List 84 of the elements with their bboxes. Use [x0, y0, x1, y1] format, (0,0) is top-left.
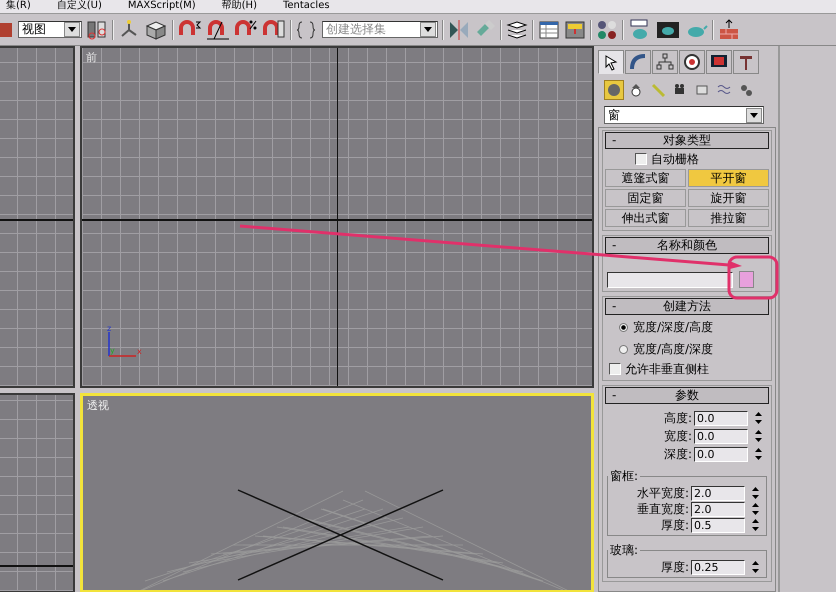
shapes-icon — [629, 83, 643, 97]
number-field[interactable]: 2.0 — [691, 502, 745, 516]
menu-item[interactable]: 集(R) — [6, 0, 31, 13]
selection-set-field[interactable]: 创建选择集 — [322, 21, 438, 38]
angle-magnet-icon[interactable] — [206, 18, 230, 40]
geometry-category[interactable] — [604, 80, 624, 100]
creation-method-radio[interactable]: 宽度/深度/高度 — [605, 317, 769, 337]
braces-icon[interactable] — [296, 18, 318, 40]
motion-tab[interactable] — [679, 50, 705, 74]
field-label: 深度: — [664, 446, 692, 462]
viewport[interactable] — [0, 46, 75, 388]
layers-icon[interactable] — [506, 18, 528, 40]
non-vertical-jambs-checkbox[interactable]: 允许非垂直侧柱 — [605, 361, 769, 377]
number-field[interactable]: 0.0 — [694, 428, 748, 444]
creation-method-radio[interactable]: 宽度/高度/深度 — [605, 339, 769, 359]
color-swatch[interactable] — [739, 271, 754, 288]
schematic-icon[interactable] — [564, 18, 586, 40]
field-label: 水平宽度: — [636, 484, 689, 502]
rollout-header[interactable]: - 对象类型 — [605, 132, 769, 149]
spinner-icon[interactable] — [751, 486, 760, 500]
viewport-label: 前 — [86, 50, 97, 65]
number-field[interactable]: 0.0 — [694, 446, 748, 462]
spinner-icon[interactable] — [751, 502, 760, 516]
number-field[interactable]: 0.0 — [694, 410, 748, 426]
dropdown-arrow-icon — [424, 27, 432, 32]
hierarchy-icon — [656, 53, 674, 71]
menu-item[interactable]: 帮助(H) — [222, 0, 257, 13]
spinner-icon[interactable] — [754, 411, 763, 425]
viewport[interactable]: 前 z y x — [80, 46, 594, 388]
spinner-magnet-icon[interactable] — [262, 18, 286, 40]
arc-icon — [629, 53, 647, 71]
object-type-button[interactable]: 平开窗 — [688, 169, 769, 187]
create-tab[interactable] — [598, 50, 624, 74]
display-tab[interactable] — [706, 50, 732, 74]
rollout-header[interactable]: - 参数 — [605, 387, 769, 404]
object-type-button[interactable]: 遮篷式窗 — [605, 169, 686, 187]
field-label: 宽度: — [664, 428, 692, 444]
dropdown-arrow-icon — [750, 112, 758, 118]
table-icon[interactable] — [538, 18, 560, 40]
object-type-button[interactable]: 伸出式窗 — [605, 209, 686, 227]
box-icon[interactable] — [144, 18, 168, 40]
spinner-icon[interactable] — [754, 429, 763, 443]
wheel-icon — [683, 53, 701, 71]
gears-icon — [739, 83, 753, 97]
helper-icon — [695, 83, 709, 97]
rollout-header[interactable]: - 创建方法 — [605, 298, 769, 315]
spinner-icon[interactable] — [751, 560, 760, 574]
spinner-icon[interactable] — [751, 518, 760, 532]
category-dropdown[interactable]: 窗 — [604, 106, 764, 124]
group-title: 窗框: — [609, 468, 640, 485]
name-field[interactable] — [607, 272, 733, 288]
spheres-icon[interactable] — [596, 18, 618, 40]
mirror-icon[interactable] — [448, 18, 470, 40]
waves-icon — [717, 83, 731, 97]
field-label: 厚度: — [660, 558, 689, 576]
highlight-outline — [728, 256, 778, 300]
number-field[interactable]: 0.5 — [691, 518, 745, 532]
number-field[interactable]: 0.25 — [691, 560, 745, 574]
viewport-label: 透视 — [87, 398, 109, 413]
field-label: 高度: — [664, 410, 692, 426]
number-field[interactable]: 2.0 — [691, 486, 745, 500]
manipulate-icon[interactable] — [86, 18, 108, 40]
object-type-button[interactable]: 推拉窗 — [688, 209, 769, 227]
menu-item[interactable]: MAXScript(M) — [128, 0, 196, 13]
menu-item[interactable]: Tentacles — [282, 0, 330, 13]
viewport[interactable]: 透视 — [80, 393, 594, 592]
object-type-button[interactable]: 固定窗 — [605, 189, 686, 207]
axis-tripod-drawing: z y x — [104, 324, 144, 362]
field-label: 垂直宽度: — [636, 500, 689, 518]
sphere-icon — [607, 83, 621, 97]
object-type-button[interactable]: 旋开窗 — [688, 189, 769, 207]
hierarchy-tab[interactable] — [652, 50, 678, 74]
viewport[interactable] — [0, 393, 75, 592]
spinner-icon[interactable] — [754, 447, 763, 461]
field-label: 厚度: — [660, 516, 689, 534]
modify-tab[interactable] — [625, 50, 651, 74]
view-dropdown[interactable]: 视图 — [18, 21, 82, 38]
camera-icon — [673, 83, 687, 97]
autogrid-checkbox[interactable]: 自动栅格 — [605, 151, 769, 167]
rollout-header[interactable]: - 名称和颜色 — [605, 237, 769, 254]
utilities-tab[interactable] — [733, 50, 759, 74]
group-title: 玻璃: — [609, 542, 640, 559]
dropdown-arrow-icon — [68, 27, 76, 32]
brick-wall-icon[interactable] — [718, 18, 740, 40]
